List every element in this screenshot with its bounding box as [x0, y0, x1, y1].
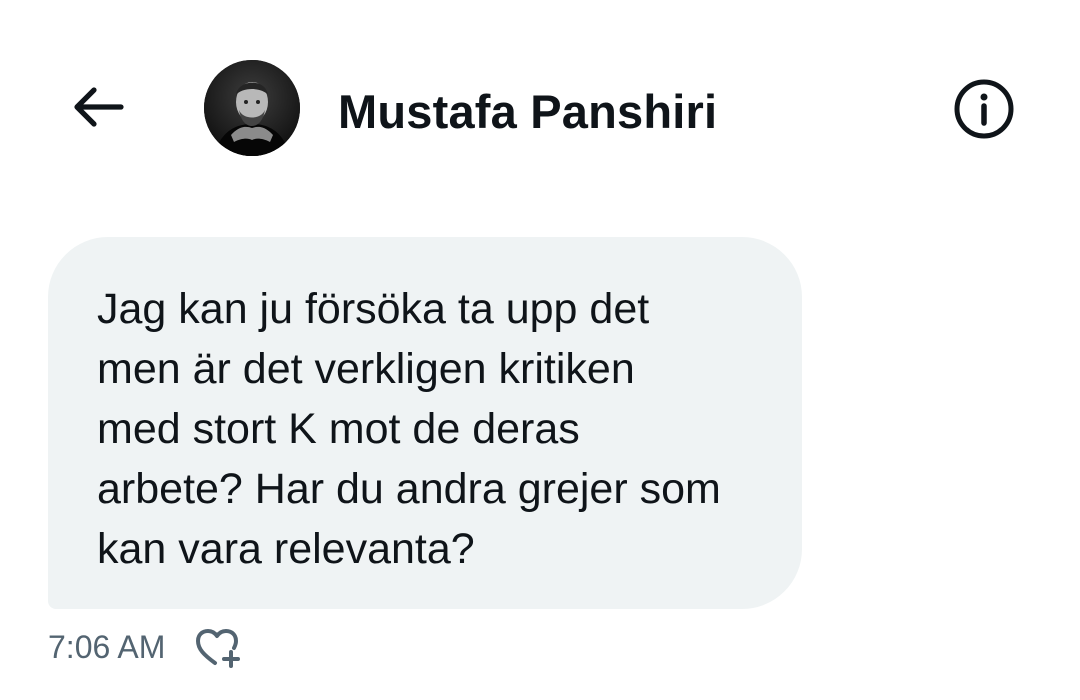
message-bubble[interactable]: Jag kan ju försöka ta upp det men är det… [48, 237, 802, 609]
message-timestamp: 7:06 AM [48, 629, 166, 665]
conversation-info-button[interactable] [945, 73, 1023, 145]
arrow-left-icon [74, 87, 124, 127]
direct-message-screen: Mustafa Panshiri Jag kan ju försöka ta u… [0, 0, 1080, 700]
profile-photo [204, 60, 300, 156]
message-text: Jag kan ju försöka ta upp det men är det… [97, 285, 721, 573]
conversation-header: Mustafa Panshiri [0, 55, 1080, 160]
contact-name[interactable]: Mustafa Panshiri [338, 83, 717, 141]
back-button[interactable] [56, 71, 140, 143]
add-reaction-button[interactable] [191, 624, 243, 670]
message-meta: 7:06 AM [48, 624, 243, 670]
info-icon [954, 79, 1014, 139]
heart-plus-icon [196, 629, 241, 668]
avatar[interactable] [204, 60, 300, 156]
